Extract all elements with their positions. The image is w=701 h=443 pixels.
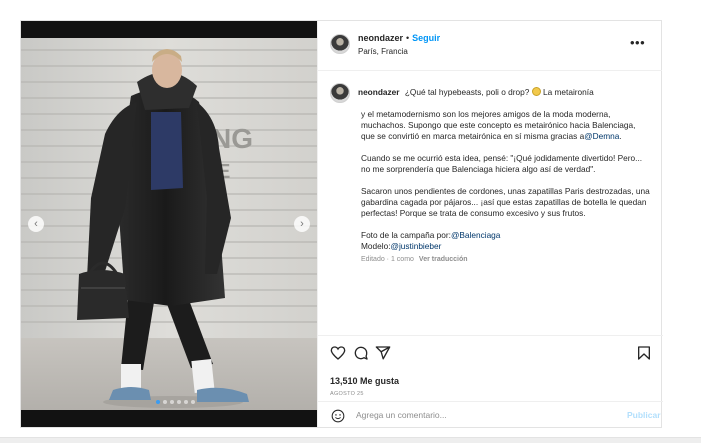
comment-bar: Publicar — [318, 401, 663, 428]
mention-link[interactable]: @Balenciaga — [451, 230, 500, 240]
share-icon[interactable] — [375, 345, 391, 361]
bookmark-icon[interactable] — [636, 345, 652, 361]
carousel-dot — [163, 400, 167, 404]
username-link[interactable]: neondazer — [358, 33, 403, 43]
comment-icon[interactable] — [353, 345, 369, 361]
carousel-dot — [177, 400, 181, 404]
heart-icon[interactable] — [330, 345, 346, 361]
caption-paragraph: Cuando se me ocurrió esta idea, pensé: "… — [361, 153, 643, 174]
instagram-post: NG E ‹ › neondazer • Seguir París, Franc… — [20, 20, 663, 428]
credit-model-label: Modelo: — [361, 241, 391, 251]
edited-label: Editado · 1 como — [361, 256, 414, 263]
post-media: NG E ‹ › — [21, 21, 317, 427]
caption-body: y el metamodernismo son los mejores amig… — [361, 109, 651, 265]
page-footer-divider — [0, 437, 701, 443]
caption-username[interactable]: neondazer — [358, 87, 400, 97]
separator-dot: • — [406, 33, 410, 43]
caption-first-line: neondazer ¿Qué tal hypebeasts, poli o dr… — [358, 87, 658, 98]
caption-paragraph: y el metamodernismo son los mejores amig… — [361, 109, 651, 142]
emoji-picker-icon[interactable] — [331, 409, 345, 423]
caption-credits: Foto de la campaña por:@Balenciaga Model… — [361, 230, 651, 252]
comment-input[interactable] — [356, 406, 596, 424]
post-sidebar: neondazer • Seguir París, Francia ••• neon… — [317, 21, 663, 427]
publish-button[interactable]: Publicar — [627, 410, 661, 420]
mention-link[interactable]: @Demna — [584, 131, 619, 141]
actions-section: 13,510 Me gusta AGOSTO 25 Publicar — [318, 335, 663, 427]
follow-button[interactable]: Seguir — [412, 33, 440, 43]
more-options-icon[interactable]: ••• — [630, 35, 645, 50]
avatar[interactable] — [330, 34, 350, 54]
caption-paragraph: Sacaron unos pendientes de cordones, una… — [361, 186, 650, 218]
caption-meta: Editado · 1 como Ver traducción — [361, 254, 651, 265]
face-emoji-icon — [531, 87, 541, 96]
caption-intro: ¿Qué tal hypebeasts, poli o drop? — [404, 87, 530, 97]
caption-intro-tail: La metaironía — [542, 87, 594, 97]
caption-section: neondazer ¿Qué tal hypebeasts, poli o dr… — [318, 71, 663, 335]
post-author: neondazer • Seguir — [358, 33, 440, 43]
post-header: neondazer • Seguir París, Francia ••• — [318, 21, 662, 71]
post-date: AGOSTO 25 — [330, 391, 364, 397]
next-slide-button[interactable]: › — [294, 216, 310, 232]
likes-count[interactable]: 13,510 Me gusta — [330, 376, 399, 386]
caption-text: . — [619, 131, 622, 141]
carousel-dot — [191, 400, 195, 404]
carousel-dot — [184, 400, 188, 404]
mention-link[interactable]: @justinbieber — [391, 241, 442, 251]
credit-photo-label: Foto de la campaña por: — [361, 230, 451, 240]
see-translation-button[interactable]: Ver traducción — [419, 256, 468, 263]
location-link[interactable]: París, Francia — [358, 47, 408, 56]
previous-slide-button[interactable]: ‹ — [28, 216, 44, 232]
carousel-dot — [156, 400, 160, 404]
post-photo[interactable]: NG E — [21, 38, 317, 410]
avatar[interactable] — [330, 83, 350, 103]
carousel-indicator — [156, 400, 195, 404]
carousel-dot — [170, 400, 174, 404]
